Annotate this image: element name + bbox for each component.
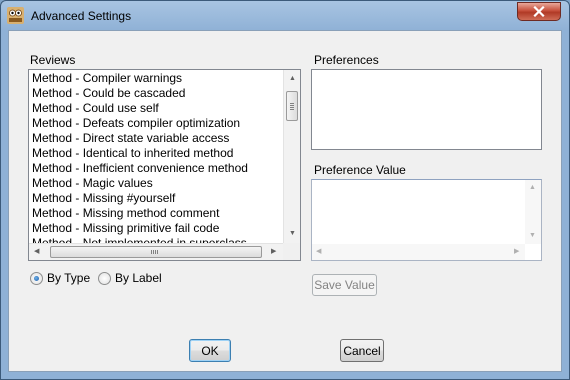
reviews-label: Reviews [30, 53, 76, 67]
reviews-horizontal-scrollbar[interactable]: ◀ ▶ [29, 243, 283, 260]
close-button[interactable] [517, 2, 561, 21]
preference-value-field[interactable]: ▲ ▼ ◀ ▶ [311, 179, 542, 261]
ok-button[interactable]: OK [189, 339, 231, 362]
reviews-items: Method - Compiler warnings Method - Could… [29, 71, 284, 244]
by-type-radio[interactable] [30, 272, 43, 285]
radio-selected-dot [34, 276, 39, 281]
list-item[interactable]: Method - Identical to inherited method [29, 146, 284, 161]
list-item[interactable]: Method - Missing primitive fail code [29, 221, 284, 236]
reviews-list[interactable]: Method - Compiler warnings Method - Could… [28, 69, 301, 261]
right-arrow-icon[interactable]: ▶ [271, 248, 276, 256]
down-arrow-icon[interactable]: ▼ [529, 232, 536, 240]
preference-value-label: Preference Value [314, 163, 406, 177]
down-arrow-icon[interactable]: ▼ [289, 230, 296, 238]
left-arrow-icon[interactable]: ◀ [316, 248, 321, 256]
preferences-label: Preferences [314, 53, 379, 67]
value-vertical-scrollbar[interactable]: ▲ ▼ [525, 180, 541, 244]
window-title: Advanced Settings [31, 9, 132, 23]
up-arrow-icon[interactable]: ▲ [289, 75, 296, 83]
list-item[interactable]: Method - Compiler warnings [29, 71, 284, 86]
preferences-list[interactable] [311, 69, 542, 150]
app-icon [7, 7, 24, 24]
list-item[interactable]: Method - Missing method comment [29, 206, 284, 221]
list-item[interactable]: Method - Defeats compiler optimization [29, 116, 284, 131]
list-item[interactable]: Method - Could use self [29, 101, 284, 116]
list-item[interactable]: Method - Missing #yourself [29, 191, 284, 206]
list-item[interactable]: Method - Inefficient convenience method [29, 161, 284, 176]
cancel-button[interactable]: Cancel [340, 339, 384, 362]
right-arrow-icon[interactable]: ▶ [514, 248, 519, 256]
list-item[interactable]: Method - Could be cascaded [29, 86, 284, 101]
left-arrow-icon[interactable]: ◀ [34, 248, 39, 256]
list-item[interactable]: Method - Direct state variable access [29, 131, 284, 146]
horizontal-scroll-thumb[interactable] [50, 246, 262, 258]
vertical-scroll-thumb[interactable] [286, 91, 298, 121]
reviews-vertical-scrollbar[interactable]: ▲ ▼ [283, 70, 300, 243]
list-item[interactable]: Method - Magic values [29, 176, 284, 191]
value-horizontal-scrollbar[interactable]: ◀ ▶ [312, 244, 525, 260]
by-type-label[interactable]: By Type [47, 271, 90, 285]
save-value-button[interactable]: Save Value [312, 274, 377, 296]
scroll-corner [283, 243, 300, 260]
close-icon [533, 6, 545, 17]
up-arrow-icon[interactable]: ▲ [529, 184, 536, 192]
by-label-radio[interactable] [98, 272, 111, 285]
title-bar[interactable]: Advanced Settings [1, 1, 569, 31]
by-label-label[interactable]: By Label [115, 271, 162, 285]
